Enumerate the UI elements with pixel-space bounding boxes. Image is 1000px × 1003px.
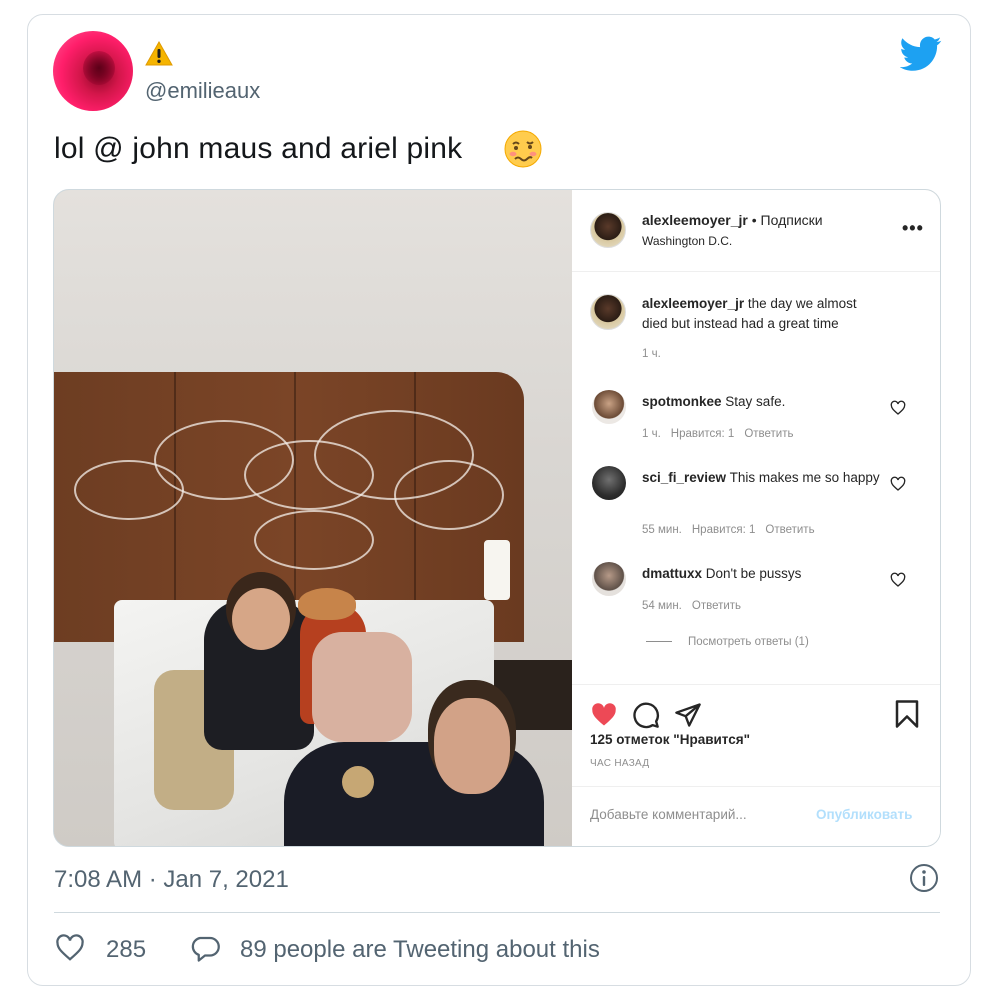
ig-post-header: alexleemoyer_jr • Подписки Washington D.…	[572, 190, 940, 272]
reply-bubble-icon[interactable]	[190, 933, 220, 963]
ig-location[interactable]: Washington D.C.	[642, 234, 732, 248]
tweet-media-image[interactable]: alexleemoyer_jr • Подписки Washington D.…	[53, 189, 941, 847]
tweeting-about-link[interactable]: 89 people are Tweeting about this	[240, 936, 600, 964]
comment-meta: 54 мин. Ответить	[642, 600, 742, 612]
ig-author-avatar[interactable]	[590, 212, 626, 248]
comment-meta: 55 мин. Нравится: 1 Ответить	[642, 524, 815, 536]
share-send-icon[interactable]	[674, 701, 702, 729]
more-options-icon[interactable]: •••	[902, 218, 924, 239]
comment-bubble-icon[interactable]	[632, 701, 660, 729]
reply-link[interactable]: Ответить	[692, 600, 741, 612]
twitter-bird-icon[interactable]	[900, 36, 942, 72]
ig-comment-row: Добавьте комментарий... Опубликовать	[572, 786, 940, 846]
tweet-text: lol @ john maus and ariel pink	[54, 132, 463, 165]
ig-post-time: ЧАС НАЗАД	[590, 758, 650, 769]
ig-author[interactable]: alexleemoyer_jr • Подписки	[642, 212, 823, 228]
ig-caption: alexleemoyer_jr the day we almost died b…	[642, 296, 857, 331]
woozy-face-icon	[504, 130, 542, 168]
user-handle[interactable]: @emilieaux	[145, 78, 260, 104]
bookmark-icon[interactable]	[894, 699, 920, 729]
comment-avatar[interactable]	[592, 562, 626, 596]
comment-meta: 1 ч. Нравится: 1 Ответить	[642, 428, 794, 440]
comment-text: dmattuxx Don't be pussys	[642, 566, 802, 581]
comment-like-icon[interactable]	[890, 476, 906, 492]
comment-like-icon[interactable]	[890, 400, 906, 416]
comment-text: sci_fi_review This makes me so happy	[642, 470, 880, 485]
heart-filled-icon[interactable]	[590, 701, 618, 729]
user-avatar[interactable]	[53, 31, 133, 111]
ig-post-button[interactable]: Опубликовать	[816, 807, 912, 822]
like-heart-icon[interactable]	[55, 933, 85, 963]
comment-like-icon[interactable]	[890, 572, 906, 588]
ig-follow-link[interactable]: • Подписки	[752, 212, 823, 228]
reply-link[interactable]: Ответить	[765, 524, 814, 536]
view-replies-link[interactable]: Посмотреть ответы (1)	[646, 636, 819, 648]
comment-avatar[interactable]	[592, 466, 626, 500]
tweet-timestamp[interactable]: 7:08 AM · Jan 7, 2021	[54, 866, 289, 894]
hotel-bed-photo	[54, 190, 572, 846]
comment-text: spotmonkee Stay safe.	[642, 394, 786, 409]
ig-like-count[interactable]: 125 отметок "Нравится"	[590, 732, 750, 747]
warning-emoji-icon	[145, 40, 173, 66]
instagram-panel: alexleemoyer_jr • Подписки Washington D.…	[572, 190, 940, 846]
ig-caption-avatar[interactable]	[590, 294, 626, 330]
ig-caption-time: 1 ч.	[642, 348, 661, 360]
footer-divider	[54, 912, 940, 913]
info-icon[interactable]	[908, 862, 940, 894]
reply-link[interactable]: Ответить	[744, 428, 793, 440]
ig-comment-input[interactable]: Добавьте комментарий...	[590, 807, 747, 822]
like-count[interactable]: 285	[106, 936, 146, 964]
comment-avatar[interactable]	[592, 390, 626, 424]
